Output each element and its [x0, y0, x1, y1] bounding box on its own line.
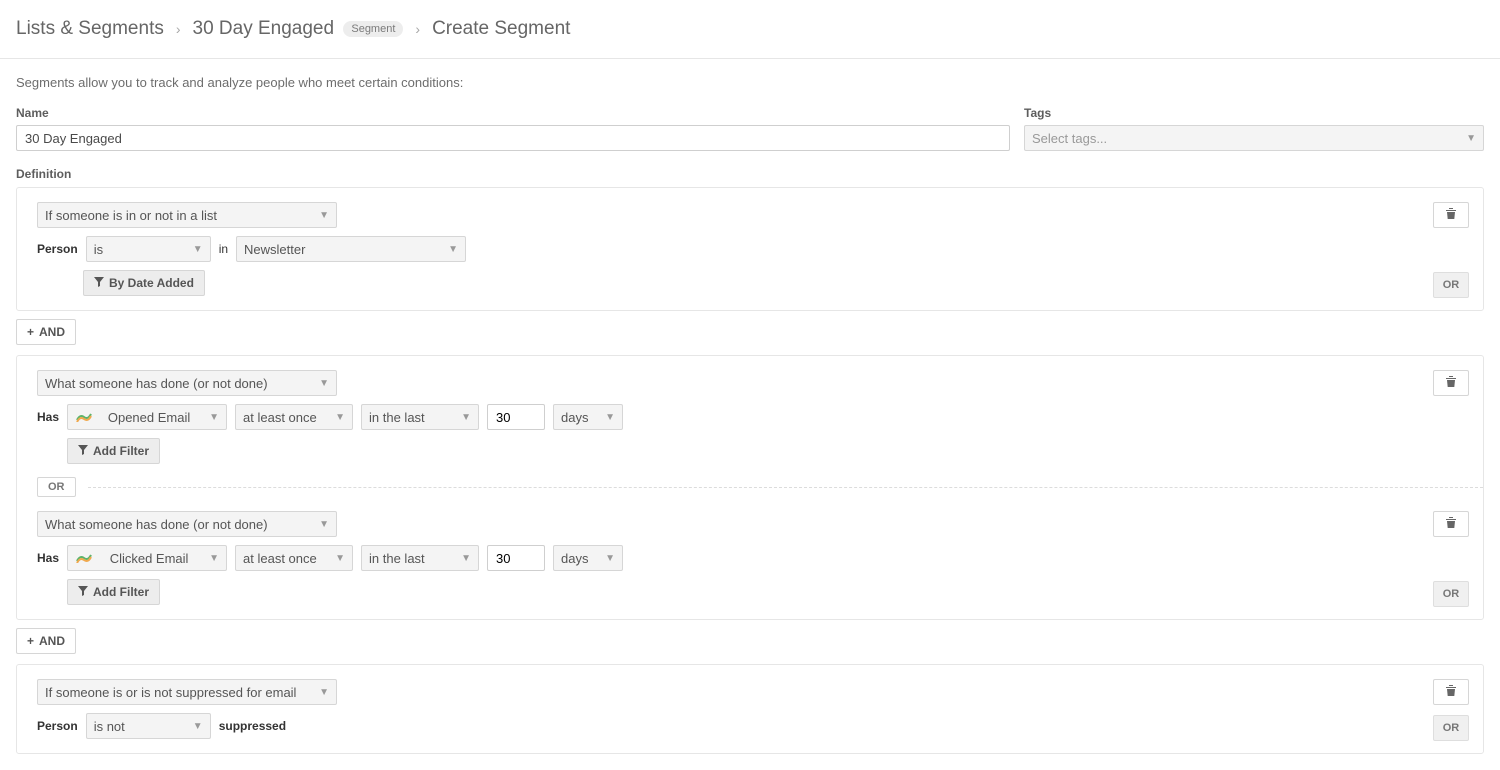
caret-down-icon: ▼ — [605, 412, 615, 423]
funnel-icon — [78, 444, 88, 458]
condition-block: If someone is in or not in a list ▼ Pers… — [16, 187, 1484, 311]
by-date-added-button[interactable]: By Date Added — [83, 270, 205, 296]
caret-down-icon: ▼ — [209, 553, 219, 564]
definition-label: Definition — [0, 161, 1500, 185]
tags-placeholder: Select tags... — [1032, 131, 1107, 146]
condition-block: What someone has done (or not done) ▼ Ha… — [16, 355, 1484, 620]
chevron-right-icon: › — [415, 21, 420, 37]
delete-button[interactable] — [1433, 511, 1469, 537]
chevron-right-icon: › — [176, 21, 181, 37]
and-button[interactable]: + AND — [16, 628, 76, 654]
condition-type-select[interactable]: What someone has done (or not done) ▼ — [37, 511, 337, 537]
trash-icon — [1445, 207, 1457, 223]
caret-down-icon: ▼ — [209, 412, 219, 423]
funnel-icon — [78, 585, 88, 599]
caret-down-icon: ▼ — [335, 553, 345, 564]
caret-down-icon: ▼ — [319, 210, 329, 221]
event-select[interactable]: Clicked Email ▼ — [67, 545, 227, 571]
segment-badge: Segment — [343, 21, 403, 37]
and-button[interactable]: + AND — [16, 319, 76, 345]
event-icon — [75, 551, 93, 565]
caret-down-icon: ▼ — [605, 553, 615, 564]
person-label: Person — [37, 719, 78, 733]
event-select[interactable]: Opened Email ▼ — [67, 404, 227, 430]
plus-icon: + — [27, 325, 34, 339]
in-label: in — [219, 242, 228, 256]
person-label: Person — [37, 242, 78, 256]
is-select[interactable]: is ▼ — [86, 236, 211, 262]
condition-type-select[interactable]: If someone is or is not suppressed for e… — [37, 679, 337, 705]
caret-down-icon: ▼ — [319, 687, 329, 698]
caret-down-icon: ▼ — [319, 519, 329, 530]
delete-button[interactable] — [1433, 202, 1469, 228]
timeframe-select[interactable]: in the last ▼ — [361, 545, 479, 571]
breadcrumb: Lists & Segments › 30 Day Engaged Segmen… — [0, 0, 1500, 59]
unit-select[interactable]: days ▼ — [553, 404, 623, 430]
frequency-select[interactable]: at least once ▼ — [235, 404, 353, 430]
has-label: Has — [37, 551, 59, 565]
trash-icon — [1445, 684, 1457, 700]
unit-select[interactable]: days ▼ — [553, 545, 623, 571]
caret-down-icon: ▼ — [319, 378, 329, 389]
name-label: Name — [16, 106, 1010, 120]
condition-type-select[interactable]: What someone has done (or not done) ▼ — [37, 370, 337, 396]
event-icon — [75, 410, 93, 424]
count-input[interactable] — [487, 545, 545, 571]
tags-select[interactable]: Select tags... ▼ — [1024, 125, 1484, 151]
list-select[interactable]: Newsletter ▼ — [236, 236, 466, 262]
add-filter-button[interactable]: Add Filter — [67, 579, 160, 605]
tags-label: Tags — [1024, 106, 1484, 120]
funnel-icon — [94, 276, 104, 290]
breadcrumb-root[interactable]: Lists & Segments — [16, 18, 164, 40]
intro-text: Segments allow you to track and analyze … — [0, 59, 1500, 106]
or-button[interactable]: OR — [1433, 272, 1469, 298]
caret-down-icon: ▼ — [193, 721, 203, 732]
caret-down-icon: ▼ — [1466, 133, 1476, 144]
has-label: Has — [37, 410, 59, 424]
suppressed-label: suppressed — [219, 719, 286, 733]
trash-icon — [1445, 375, 1457, 391]
is-select[interactable]: is not ▼ — [86, 713, 211, 739]
caret-down-icon: ▼ — [461, 553, 471, 564]
caret-down-icon: ▼ — [193, 244, 203, 255]
caret-down-icon: ▼ — [461, 412, 471, 423]
caret-down-icon: ▼ — [335, 412, 345, 423]
condition-type-select[interactable]: If someone is in or not in a list ▼ — [37, 202, 337, 228]
condition-block: If someone is or is not suppressed for e… — [16, 664, 1484, 754]
trash-icon — [1445, 516, 1457, 532]
timeframe-select[interactable]: in the last ▼ — [361, 404, 479, 430]
caret-down-icon: ▼ — [448, 244, 458, 255]
breadcrumb-segment[interactable]: 30 Day Engaged — [193, 18, 335, 39]
frequency-select[interactable]: at least once ▼ — [235, 545, 353, 571]
count-input[interactable] — [487, 404, 545, 430]
segment-name-input[interactable] — [16, 125, 1010, 151]
breadcrumb-current: Create Segment — [432, 18, 570, 40]
or-button[interactable]: OR — [1433, 581, 1469, 607]
add-filter-button[interactable]: Add Filter — [67, 438, 160, 464]
plus-icon: + — [27, 634, 34, 648]
delete-button[interactable] — [1433, 370, 1469, 396]
or-connector[interactable]: OR — [37, 477, 76, 497]
delete-button[interactable] — [1433, 679, 1469, 705]
